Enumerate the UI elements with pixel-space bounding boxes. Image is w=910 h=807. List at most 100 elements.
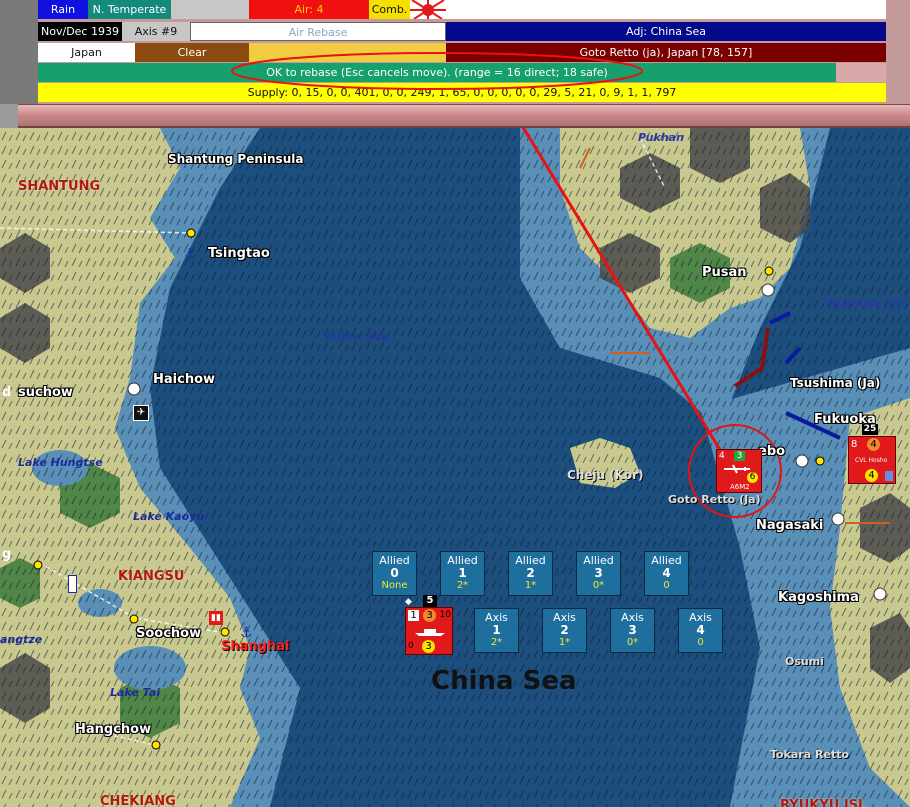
allied-box-num: 4 — [662, 566, 671, 580]
label-lake-tai: Lake Tai — [110, 686, 161, 699]
fukuoka-carrier-unit[interactable]: 8 4 CVL Hosho 4 — [848, 436, 896, 484]
weather-rain: Rain — [38, 0, 88, 19]
allied-box-2[interactable]: Allied 2 1* — [508, 551, 553, 596]
blank-cell — [171, 0, 249, 19]
map-terrain — [0, 128, 910, 807]
adjacent-label: Adj: China Sea — [446, 22, 886, 41]
fukuoka-unit-tl: 8 — [851, 439, 858, 450]
sea-unit-stack[interactable]: 1 3 10 0 3 — [405, 607, 453, 655]
label-tsushima[interactable]: Tsushima (Ja) — [790, 376, 880, 390]
axis-box-num: 2 — [560, 623, 569, 637]
allied-box-num: 1 — [458, 566, 467, 580]
label-lake-hungtse: Lake Hungtse — [18, 456, 103, 469]
label-yellow-sea: Yellow Sea — [323, 330, 389, 343]
date-label: Nov/Dec 1939 — [38, 22, 122, 41]
allied-box-0[interactable]: Allied 0 None — [372, 551, 417, 596]
goto-unit-tl: 4 — [719, 451, 725, 461]
label-shantung-peninsula: Shantung Peninsula — [168, 152, 304, 166]
panel-left-frame — [0, 0, 38, 104]
axis-box-1[interactable]: Axis 1 2* — [474, 608, 519, 653]
axis-box-val: 0* — [626, 637, 639, 648]
label-kagoshima[interactable]: Kagoshima — [778, 590, 859, 605]
label-left-edge: d — [2, 385, 12, 400]
combat-label: Comb. — [369, 0, 410, 19]
stack-diamond-icon: ◆ — [405, 597, 412, 607]
label-shanghai[interactable]: Shanghai — [221, 639, 289, 654]
allied-box-val: 0* — [592, 580, 605, 591]
label-ryukyu: RYUKYU ISL — [780, 798, 867, 807]
axis-box-val: 1* — [558, 637, 571, 648]
action-field[interactable]: Air Rebase — [190, 22, 446, 41]
axis-box-num: 3 — [628, 623, 637, 637]
label-shantung: SHANTUNG — [18, 179, 101, 194]
impulse-label: Axis #9 — [122, 22, 190, 41]
label-goto-retto[interactable]: Goto Retto (Ja) — [668, 493, 761, 506]
label-hangchow[interactable]: Hangchow — [75, 722, 151, 737]
tsingtao-port-icon: ⚓ — [184, 246, 197, 262]
axis-box-val: 2* — [490, 637, 503, 648]
goto-air-unit[interactable]: 4 3 6 A6M2 — [716, 449, 762, 493]
label-chekiang: CHEKIANG — [100, 794, 176, 807]
fukuoka-stack-badge: 25 — [862, 424, 878, 435]
allied-box-4[interactable]: Allied 4 0 — [644, 551, 689, 596]
label-suchow[interactable]: suchow — [18, 385, 73, 400]
axis-box-2[interactable]: Axis 2 1* — [542, 608, 587, 653]
label-nagasaki[interactable]: Nagasaki — [756, 518, 823, 533]
stack-count-badge: 5 — [423, 595, 437, 607]
allied-box-1[interactable]: Allied 1 2* — [440, 551, 485, 596]
axis-box-num: 1 — [492, 623, 501, 637]
stack-bottom: 3 — [422, 640, 435, 653]
label-soochow[interactable]: Soochow — [136, 626, 201, 641]
allied-box-num: 2 — [526, 566, 535, 580]
label-yangtze: angtze — [0, 633, 43, 646]
label-osumi: Osumi — [785, 655, 824, 668]
goto-unit-name: A6M2 — [730, 483, 750, 491]
fighter-plane-icon — [724, 464, 750, 474]
allied-box-3[interactable]: Allied 3 0* — [576, 551, 621, 596]
air-value: Air: 4 — [249, 0, 369, 19]
rising-sun-icon — [410, 0, 446, 19]
axis-box-val: 0 — [697, 637, 704, 648]
label-sasebo[interactable]: ebo — [758, 444, 785, 459]
game-map[interactable]: ⚓ ⚓ ✈ ▮▮ Shantung Peninsula SHANTUNG Tsi… — [0, 128, 910, 807]
allied-box-val: None — [381, 580, 408, 591]
japan-flag — [410, 0, 446, 19]
label-tsingtao[interactable]: Tsingtao — [208, 246, 270, 261]
airfield-icon: ✈ — [133, 405, 149, 421]
axis-box-num: 4 — [696, 623, 705, 637]
label-cheju[interactable]: Cheju (Kor) — [567, 468, 644, 482]
fukuoka-unit-name: CVL Hosho — [855, 457, 888, 464]
ship-icon — [415, 629, 445, 636]
label-china-sea: China Sea — [431, 666, 577, 696]
info-panel: Rain N. Temperate Air: 4 Comb. Nov/Dec 1… — [0, 0, 910, 104]
horizontal-scrollbar[interactable] — [18, 104, 910, 128]
allied-box-val: 2* — [456, 580, 469, 591]
fukuoka-unit-tr: 4 — [867, 438, 880, 451]
blank-white — [446, 0, 886, 19]
label-tsushima-strait: Tsushima Str — [824, 297, 905, 310]
stack-tl: 1 — [408, 610, 419, 621]
goto-unit-tr: 3 — [734, 451, 745, 461]
stack-br: 10 — [439, 610, 451, 620]
allied-box-val: 0 — [663, 580, 670, 591]
label-tokara-retto: Tokara Retto — [770, 748, 850, 761]
factory-icon: ▮▮ — [209, 611, 223, 625]
major-power: Japan — [38, 43, 135, 62]
allied-box-val: 1* — [524, 580, 537, 591]
axis-box-4[interactable]: Axis 4 0 — [678, 608, 723, 653]
stack-bl: 0 — [408, 641, 414, 651]
label-left-edge2: g — [2, 547, 12, 562]
label-pukhan: Pukhan — [638, 131, 684, 144]
fukuoka-unit-br: 4 — [865, 469, 878, 482]
status-highlight-circle — [231, 52, 643, 90]
status-pad — [836, 63, 886, 82]
label-kiangsu: KIANGSU — [118, 569, 185, 584]
fukuoka-unit-marker — [885, 471, 893, 481]
label-pusan[interactable]: Pusan — [702, 265, 747, 280]
allied-box-num: 0 — [390, 566, 399, 580]
label-lake-kaoyu: Lake Kaoyu — [133, 510, 205, 523]
allied-box-num: 3 — [594, 566, 603, 580]
stack-tr: 3 — [423, 609, 436, 622]
label-haichow[interactable]: Haichow — [153, 372, 215, 387]
axis-box-3[interactable]: Axis 3 0* — [610, 608, 655, 653]
